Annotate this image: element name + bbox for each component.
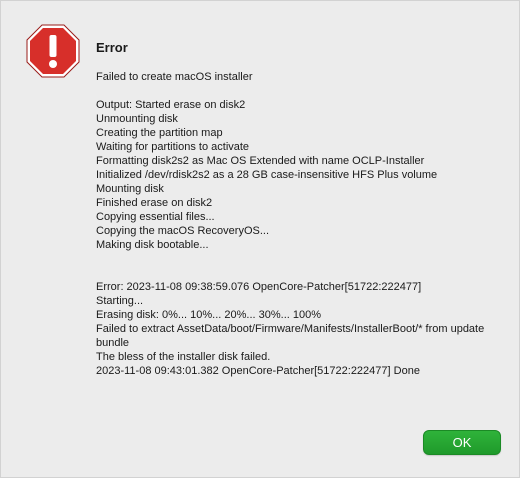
- output-line: Mounting disk: [96, 183, 164, 195]
- output-line: Creating the partition map: [96, 127, 223, 139]
- error-dialog: Error Failed to create macOS installer O…: [0, 0, 520, 478]
- message-headline: Failed to create macOS installer: [96, 71, 253, 83]
- ok-button[interactable]: OK: [423, 430, 501, 455]
- output-line: Initialized /dev/rdisk2s2 as a 28 GB cas…: [96, 169, 438, 181]
- output-line: Waiting for partitions to activate: [96, 141, 250, 153]
- output-line: Output: Started erase on disk2: [96, 99, 246, 111]
- error-line: The bless of the installer disk failed.: [96, 351, 271, 363]
- output-line: Unmounting disk: [96, 113, 178, 125]
- output-line: Making disk bootable...: [96, 239, 209, 251]
- stop-icon: [26, 24, 80, 78]
- output-line: Formatting disk2s2 as Mac OS Extended wi…: [96, 155, 425, 167]
- error-line: Erasing disk: 0%... 10%... 20%... 30%...…: [96, 309, 322, 321]
- dialog-title: Error: [96, 40, 128, 55]
- error-line: Error: 2023-11-08 09:38:59.076 OpenCore-…: [96, 281, 422, 293]
- error-message: Failed to create macOS installer Output:…: [96, 70, 496, 378]
- output-line: Copying essential files...: [96, 211, 215, 223]
- output-line: Copying the macOS RecoveryOS...: [96, 225, 270, 237]
- output-line: Finished erase on disk2: [96, 197, 213, 209]
- error-line: Failed to extract AssetData/boot/Firmwar…: [96, 323, 485, 349]
- error-line: 2023-11-08 09:43:01.382 OpenCore-Patcher…: [96, 365, 420, 377]
- error-line: Starting...: [96, 295, 144, 307]
